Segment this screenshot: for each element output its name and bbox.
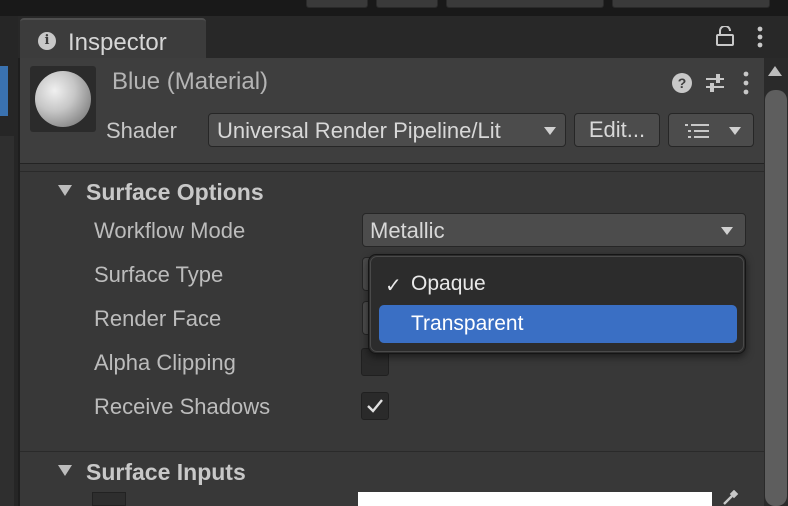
chevron-down-icon xyxy=(729,127,741,135)
info-icon: i xyxy=(38,32,56,50)
workflow-mode-label: Workflow Mode xyxy=(94,218,246,243)
section-title: Surface Inputs xyxy=(86,459,246,485)
receive-shadows-checkbox[interactable] xyxy=(361,392,389,420)
divider xyxy=(20,171,764,172)
option-opaque[interactable]: ✓ Opaque xyxy=(379,265,737,303)
scene-viewport[interactable] xyxy=(0,136,14,506)
chevron-down-icon xyxy=(721,227,733,235)
surface-type-popup: ✓ Opaque Transparent xyxy=(368,254,746,354)
shader-label: Shader xyxy=(106,118,177,143)
list-icon xyxy=(685,124,709,138)
toolbar-dropdown[interactable] xyxy=(612,0,770,8)
kebab-menu-icon[interactable] xyxy=(756,26,764,48)
material-preview xyxy=(30,66,96,132)
section-title: Surface Options xyxy=(86,179,264,205)
lock-icon[interactable] xyxy=(716,26,734,46)
workflow-mode-dropdown[interactable]: Metallic xyxy=(362,213,746,247)
toolbar-button[interactable] xyxy=(306,0,368,8)
inspector-tab-bar: i Inspector xyxy=(18,16,788,58)
edit-shader-button[interactable]: Edit... xyxy=(574,113,660,147)
material-header: Blue (Material) ? Shader Universal Rende… xyxy=(20,58,764,164)
scroll-up-icon[interactable] xyxy=(768,66,782,76)
shader-options-button[interactable] xyxy=(668,113,754,147)
option-label: Opaque xyxy=(411,272,486,295)
scene-selection-marker xyxy=(0,66,8,116)
material-title: Blue (Material) xyxy=(112,68,269,95)
base-map-row xyxy=(20,490,764,506)
context-menu-icon[interactable] xyxy=(742,71,750,95)
texture-slot[interactable] xyxy=(92,492,126,506)
shader-dropdown[interactable]: Universal Render Pipeline/Lit xyxy=(208,113,566,147)
inspector-scrollbar[interactable] xyxy=(764,58,788,506)
option-label: Transparent xyxy=(411,312,524,335)
scene-view-edge xyxy=(0,16,18,506)
presets-icon[interactable] xyxy=(704,72,726,94)
alpha-clipping-label: Alpha Clipping xyxy=(94,350,236,375)
eyedropper-icon[interactable] xyxy=(720,490,740,506)
toolbar-button[interactable] xyxy=(376,0,438,8)
checkmark-icon xyxy=(367,399,383,413)
tab-inspector[interactable]: i Inspector xyxy=(20,18,206,58)
toolbar-dropdown[interactable] xyxy=(446,0,604,8)
render-face-label: Render Face xyxy=(94,306,222,331)
foldout-arrow-icon xyxy=(58,185,72,196)
toolbar-strip xyxy=(0,0,788,16)
material-sphere-icon xyxy=(35,71,91,127)
receive-shadows-label: Receive Shadows xyxy=(94,394,271,419)
checkmark-icon: ✓ xyxy=(385,275,402,297)
help-icon[interactable]: ? xyxy=(672,73,692,93)
divider xyxy=(20,451,764,452)
shader-value: Universal Render Pipeline/Lit xyxy=(217,118,501,143)
base-color-field[interactable] xyxy=(358,492,712,506)
foldout-arrow-icon xyxy=(58,465,72,476)
tab-label: Inspector xyxy=(68,29,167,56)
chevron-down-icon xyxy=(544,127,556,135)
workflow-mode-value: Metallic xyxy=(370,218,445,243)
surface-type-label: Surface Type xyxy=(94,262,224,287)
option-transparent[interactable]: Transparent xyxy=(379,305,737,343)
surface-inputs-foldout[interactable]: Surface Inputs xyxy=(20,454,764,490)
scrollbar-thumb[interactable] xyxy=(765,90,787,506)
surface-options-foldout[interactable]: Surface Options xyxy=(20,174,764,210)
